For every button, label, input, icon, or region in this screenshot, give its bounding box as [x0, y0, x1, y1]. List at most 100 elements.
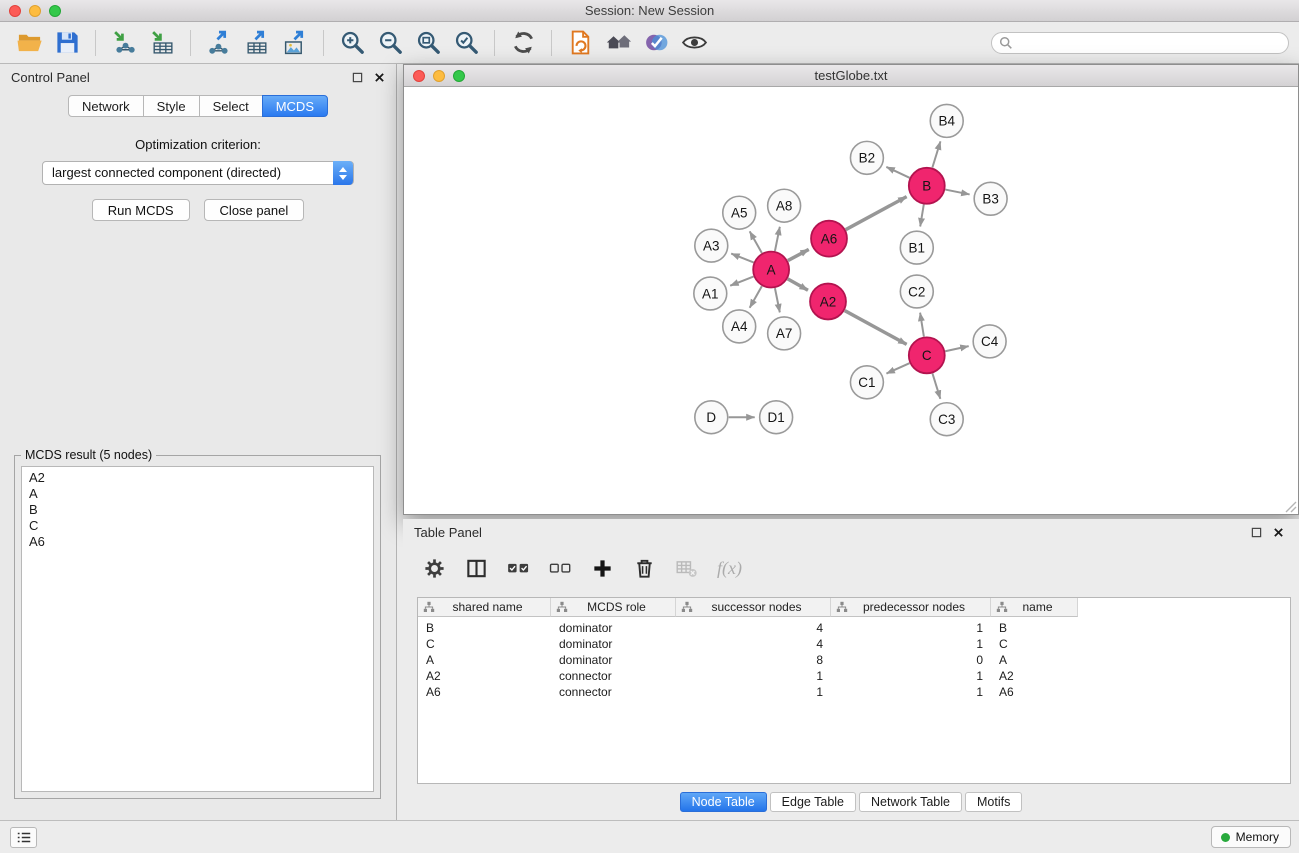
- show-graphics-details-button[interactable]: [675, 26, 713, 60]
- import-table-button[interactable]: [143, 26, 181, 60]
- graph-edge-B-B2[interactable]: [886, 167, 909, 178]
- graph-node-B4[interactable]: B4: [930, 104, 963, 137]
- float-table-panel-icon[interactable]: [1251, 527, 1262, 538]
- deselect-all-rows-button[interactable]: [549, 557, 572, 580]
- zoom-in-button[interactable]: [333, 26, 371, 60]
- graph-node-A6[interactable]: A6: [811, 221, 847, 257]
- graph-edge-B-B3[interactable]: [945, 190, 969, 195]
- export-network-button[interactable]: [200, 26, 238, 60]
- tab-select[interactable]: Select: [199, 95, 263, 117]
- graph-node-C[interactable]: C: [909, 337, 945, 373]
- result-item[interactable]: C: [29, 518, 366, 534]
- memory-button[interactable]: Memory: [1211, 826, 1291, 848]
- zoom-window-button[interactable]: [49, 5, 61, 17]
- tab-node-table[interactable]: Node Table: [680, 792, 767, 812]
- export-image-button[interactable]: [276, 26, 314, 60]
- column-header-shared-name[interactable]: shared name: [418, 598, 551, 617]
- save-session-button[interactable]: [48, 26, 86, 60]
- network-window-titlebar[interactable]: testGlobe.txt: [404, 65, 1298, 87]
- graph-edge-A-A7[interactable]: [775, 288, 780, 312]
- column-header-name[interactable]: name: [991, 598, 1078, 617]
- graph-node-A8[interactable]: A8: [768, 189, 801, 222]
- graph-node-A2[interactable]: A2: [810, 284, 846, 320]
- float-panel-icon[interactable]: [352, 72, 363, 83]
- graph-node-B1[interactable]: B1: [900, 231, 933, 264]
- graph-edge-A-A6[interactable]: [788, 249, 809, 260]
- network-zoom-button[interactable]: [453, 70, 465, 82]
- network-close-button[interactable]: [413, 70, 425, 82]
- graph-edge-A-A1[interactable]: [730, 277, 753, 286]
- graph-node-A3[interactable]: A3: [695, 229, 728, 262]
- window-resize-grip[interactable]: [1283, 499, 1297, 513]
- table-row[interactable]: A6connector11A6: [418, 684, 1290, 700]
- graph-edge-C-C3[interactable]: [932, 373, 940, 398]
- graph-node-B[interactable]: B: [909, 168, 945, 204]
- graph-node-B2[interactable]: B2: [850, 141, 883, 174]
- result-item[interactable]: B: [29, 502, 366, 518]
- close-panel-button[interactable]: Close panel: [204, 199, 305, 221]
- run-mcds-button[interactable]: Run MCDS: [92, 199, 190, 221]
- delete-columns-button[interactable]: [633, 557, 656, 580]
- graph-node-D[interactable]: D: [695, 401, 728, 434]
- show-columns-button[interactable]: [465, 557, 488, 580]
- graph-node-C4[interactable]: C4: [973, 325, 1006, 358]
- graph-edge-C-C2[interactable]: [920, 313, 924, 337]
- graph-edge-A6-B[interactable]: [846, 197, 907, 230]
- table-row[interactable]: Adominator80A: [418, 652, 1290, 668]
- result-item[interactable]: A: [29, 486, 366, 502]
- mcds-result-list[interactable]: A2ABCA6: [21, 466, 374, 792]
- graph-node-A[interactable]: A: [753, 252, 789, 288]
- column-header-mcds-role[interactable]: MCDS role: [551, 598, 676, 617]
- home-button[interactable]: [599, 26, 637, 60]
- open-recent-button[interactable]: [561, 26, 599, 60]
- zoom-out-button[interactable]: [371, 26, 409, 60]
- graph-edge-B-B1[interactable]: [920, 205, 924, 227]
- graph-edge-C-C1[interactable]: [886, 363, 909, 373]
- tab-network-table[interactable]: Network Table: [859, 792, 962, 812]
- result-item[interactable]: A2: [29, 470, 366, 486]
- close-table-panel-icon[interactable]: [1273, 527, 1284, 538]
- graph-node-C3[interactable]: C3: [930, 403, 963, 436]
- graph-node-B3[interactable]: B3: [974, 182, 1007, 215]
- import-network-button[interactable]: [105, 26, 143, 60]
- tab-motifs[interactable]: Motifs: [965, 792, 1022, 812]
- table-row[interactable]: Cdominator41C: [418, 636, 1290, 652]
- tab-style[interactable]: Style: [143, 95, 200, 117]
- tab-network[interactable]: Network: [68, 95, 144, 117]
- minimize-window-button[interactable]: [29, 5, 41, 17]
- network-graph-canvas[interactable]: B4B2BB3A5A8A6B1A3AC2A1A2A4A7C4CC1C3DD1: [404, 87, 1298, 514]
- zoom-fit-button[interactable]: [409, 26, 447, 60]
- table-row[interactable]: A2connector11A2: [418, 668, 1290, 684]
- table-mode-button[interactable]: [423, 557, 446, 580]
- graph-node-C1[interactable]: C1: [850, 366, 883, 399]
- apply-layout-button[interactable]: [504, 26, 542, 60]
- zoom-selected-button[interactable]: [447, 26, 485, 60]
- graph-node-A7[interactable]: A7: [768, 317, 801, 350]
- close-window-button[interactable]: [9, 5, 21, 17]
- table-row[interactable]: Bdominator41B: [418, 620, 1290, 636]
- graph-edge-A-A8[interactable]: [775, 227, 780, 251]
- network-minimize-button[interactable]: [433, 70, 445, 82]
- criterion-dropdown[interactable]: largest connected component (directed): [42, 161, 354, 185]
- graph-edge-A-A2[interactable]: [788, 279, 808, 290]
- result-item[interactable]: A6: [29, 534, 366, 550]
- graph-edge-C-C4[interactable]: [945, 346, 968, 351]
- graph-edge-A-A5[interactable]: [750, 231, 762, 253]
- graph-edge-B-B4[interactable]: [932, 141, 940, 167]
- graph-edge-A-A3[interactable]: [731, 254, 753, 263]
- graph-node-A4[interactable]: A4: [723, 310, 756, 343]
- graph-edge-A2-C[interactable]: [845, 311, 907, 345]
- close-panel-icon[interactable]: [374, 72, 385, 83]
- style-check-button[interactable]: [637, 26, 675, 60]
- search-input[interactable]: [991, 32, 1289, 54]
- task-history-button[interactable]: [10, 827, 37, 848]
- open-session-button[interactable]: [10, 26, 48, 60]
- graph-node-D1[interactable]: D1: [760, 401, 793, 434]
- tab-edge-table[interactable]: Edge Table: [770, 792, 856, 812]
- create-column-button[interactable]: [591, 557, 614, 580]
- export-table-button[interactable]: [238, 26, 276, 60]
- graph-node-A5[interactable]: A5: [723, 196, 756, 229]
- graph-edge-A-A4[interactable]: [750, 286, 762, 308]
- tab-mcds[interactable]: MCDS: [262, 95, 328, 117]
- select-all-rows-button[interactable]: [507, 557, 530, 580]
